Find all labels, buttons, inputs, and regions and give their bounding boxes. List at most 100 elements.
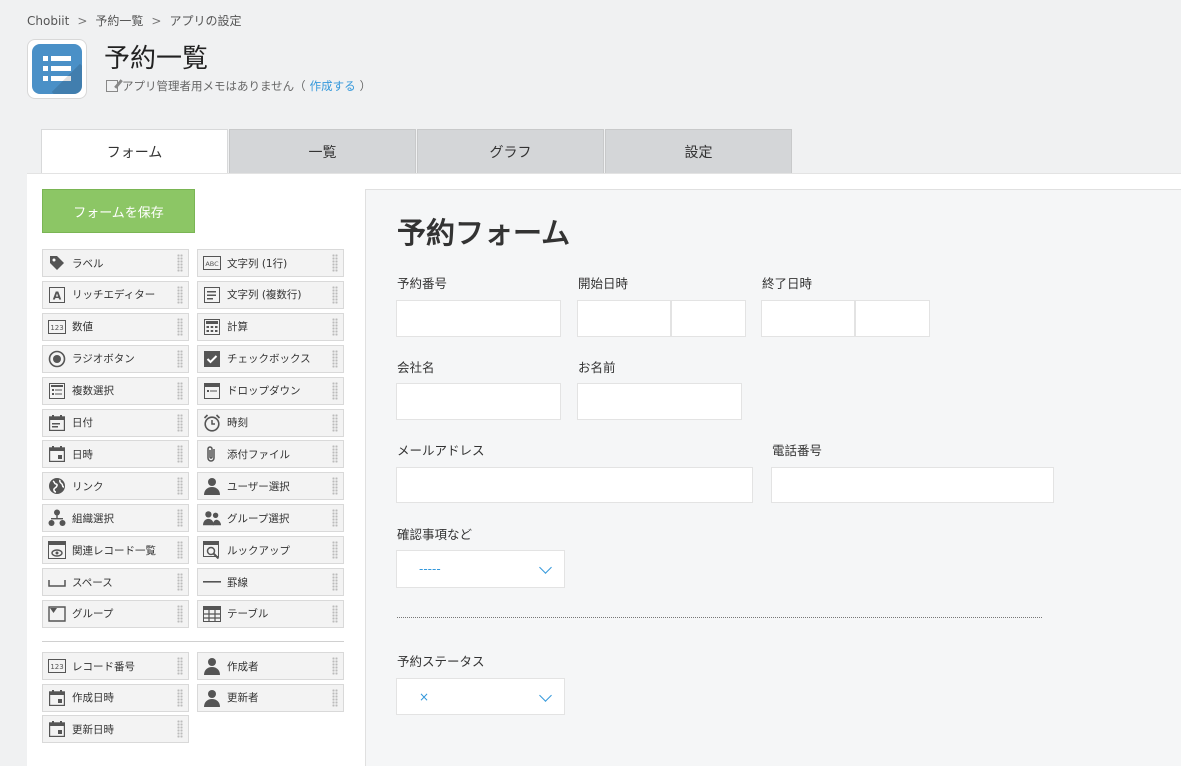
palette-field-dropdown[interactable]: ドロップダウン bbox=[197, 376, 344, 405]
drag-handle-icon[interactable] bbox=[332, 285, 338, 304]
clock-icon bbox=[203, 413, 221, 432]
org-icon bbox=[48, 509, 66, 527]
drag-handle-icon[interactable] bbox=[332, 317, 338, 336]
palette-field-group-folder[interactable]: グループ bbox=[42, 599, 189, 628]
palette-field-checkbox[interactable]: チェックボックス bbox=[197, 344, 344, 373]
rich-text-icon: A bbox=[48, 286, 66, 304]
palette-field-globe[interactable]: リンク bbox=[42, 472, 189, 501]
palette-item-label: テーブル bbox=[227, 608, 269, 621]
company-name-field[interactable] bbox=[396, 383, 561, 420]
create-memo-link[interactable]: 作成する bbox=[310, 78, 356, 94]
svg-text:ABC: ABC bbox=[205, 260, 219, 268]
palette-field-tag[interactable]: ラベル bbox=[42, 249, 189, 277]
drag-handle-icon[interactable] bbox=[177, 657, 183, 675]
drag-handle-icon[interactable] bbox=[177, 509, 183, 528]
drag-handle-icon[interactable] bbox=[332, 541, 338, 560]
radio-icon bbox=[48, 350, 66, 368]
multiline-icon bbox=[203, 286, 221, 304]
drag-handle-icon[interactable] bbox=[332, 573, 338, 591]
palette-system-field-user[interactable]: 更新者 bbox=[197, 683, 344, 712]
palette-field-clock[interactable]: 時刻 bbox=[197, 408, 344, 437]
drag-handle-icon[interactable] bbox=[177, 477, 183, 496]
drag-handle-icon[interactable] bbox=[332, 477, 338, 496]
tab-settings[interactable]: 設定 bbox=[605, 129, 792, 174]
palette-field-abc[interactable]: ABC 文字列 (1行) bbox=[197, 249, 344, 277]
start-time-field[interactable] bbox=[671, 300, 746, 337]
palette-field-table[interactable]: テーブル bbox=[197, 599, 344, 628]
tab-list[interactable]: 一覧 bbox=[229, 129, 416, 174]
reservation-number-label: 予約番号 bbox=[397, 276, 448, 291]
drag-handle-icon[interactable] bbox=[332, 688, 338, 707]
confirmation-dropdown-value: ----- bbox=[419, 562, 441, 576]
palette-field-user[interactable]: ユーザー選択 bbox=[197, 472, 344, 501]
palette-field-lookup[interactable]: ルックアップ bbox=[197, 536, 344, 565]
reservation-number-field[interactable] bbox=[396, 300, 561, 337]
breadcrumb-item-app[interactable]: 予約一覧 bbox=[95, 12, 143, 29]
palette-field-multiline[interactable]: 文字列 (複数行) bbox=[197, 280, 344, 309]
table-icon bbox=[203, 605, 221, 623]
drag-handle-icon[interactable] bbox=[332, 254, 338, 272]
drag-handle-icon[interactable] bbox=[177, 604, 183, 623]
palette-field-rich-text[interactable]: A リッチエディター bbox=[42, 280, 189, 309]
drag-handle-icon[interactable] bbox=[332, 349, 338, 368]
palette-system-field-datetime[interactable]: 更新日時 bbox=[42, 715, 189, 744]
palette-field-date[interactable]: 日付 bbox=[42, 408, 189, 437]
palette-system-field-user[interactable]: 作成者 bbox=[197, 652, 344, 680]
date-icon bbox=[48, 414, 66, 432]
drag-handle-icon[interactable] bbox=[332, 445, 338, 464]
end-time-field[interactable] bbox=[855, 300, 930, 337]
palette-field-multi-select[interactable]: 複数選択 bbox=[42, 376, 189, 405]
drag-handle-icon[interactable] bbox=[332, 413, 338, 432]
drag-handle-icon[interactable] bbox=[177, 573, 183, 591]
palette-field-line[interactable]: 罫線 bbox=[197, 568, 344, 596]
palette-field-org[interactable]: 組織選択 bbox=[42, 504, 189, 533]
drag-handle-icon[interactable] bbox=[177, 254, 183, 272]
palette-field-space[interactable]: スペース bbox=[42, 568, 189, 596]
name-field[interactable] bbox=[577, 383, 742, 420]
palette-item-label: 作成日時 bbox=[72, 692, 114, 705]
company-name-label: 会社名 bbox=[397, 360, 435, 375]
palette-field-datetime[interactable]: 日時 bbox=[42, 440, 189, 469]
tab-graph[interactable]: グラフ bbox=[417, 129, 604, 174]
drag-handle-icon[interactable] bbox=[332, 381, 338, 400]
drag-handle-icon[interactable] bbox=[332, 509, 338, 528]
email-field[interactable] bbox=[396, 467, 753, 503]
palette-system-field-number[interactable]: 123 レコード番号 bbox=[42, 652, 189, 680]
drag-handle-icon[interactable] bbox=[177, 688, 183, 707]
number-icon: 123 bbox=[48, 657, 66, 675]
palette-field-calculator[interactable]: 計算 bbox=[197, 312, 344, 341]
palette-item-label: リンク bbox=[72, 480, 104, 493]
drag-handle-icon[interactable] bbox=[177, 317, 183, 336]
drag-handle-icon[interactable] bbox=[177, 285, 183, 304]
line-icon bbox=[203, 573, 221, 591]
drag-handle-icon[interactable] bbox=[177, 413, 183, 432]
space-icon bbox=[48, 573, 66, 591]
breadcrumb-item-chobiit[interactable]: Chobiit bbox=[27, 14, 69, 28]
status-dropdown[interactable]: × bbox=[396, 678, 565, 715]
drag-handle-icon[interactable] bbox=[177, 720, 183, 739]
palette-field-related-records[interactable]: 関連レコード一覧 bbox=[42, 536, 189, 565]
palette-field-group[interactable]: グループ選択 bbox=[197, 504, 344, 533]
drag-handle-icon[interactable] bbox=[177, 381, 183, 400]
start-date-field[interactable] bbox=[577, 300, 671, 337]
palette-field-paperclip[interactable]: 添付ファイル bbox=[197, 440, 344, 469]
palette-item-label: 更新者 bbox=[227, 692, 259, 705]
drag-handle-icon[interactable] bbox=[332, 604, 338, 623]
drag-handle-icon[interactable] bbox=[177, 445, 183, 464]
confirmation-dropdown[interactable]: ----- bbox=[396, 550, 565, 588]
palette-system-field-datetime[interactable]: 作成日時 bbox=[42, 683, 189, 712]
drag-handle-icon[interactable] bbox=[177, 349, 183, 368]
save-form-button[interactable]: フォームを保存 bbox=[42, 189, 195, 233]
palette-field-radio[interactable]: ラジオボタン bbox=[42, 344, 189, 373]
drag-handle-icon[interactable] bbox=[332, 657, 338, 675]
calculator-icon bbox=[203, 318, 221, 336]
user-icon bbox=[203, 477, 221, 496]
user-icon bbox=[203, 689, 221, 707]
palette-field-number[interactable]: 123 数値 bbox=[42, 312, 189, 341]
phone-field[interactable] bbox=[771, 467, 1054, 503]
tab-form[interactable]: フォーム bbox=[41, 129, 228, 174]
end-date-field[interactable] bbox=[761, 300, 855, 337]
form-divider bbox=[397, 617, 1042, 618]
chevron-down-icon bbox=[539, 689, 552, 702]
drag-handle-icon[interactable] bbox=[177, 541, 183, 560]
